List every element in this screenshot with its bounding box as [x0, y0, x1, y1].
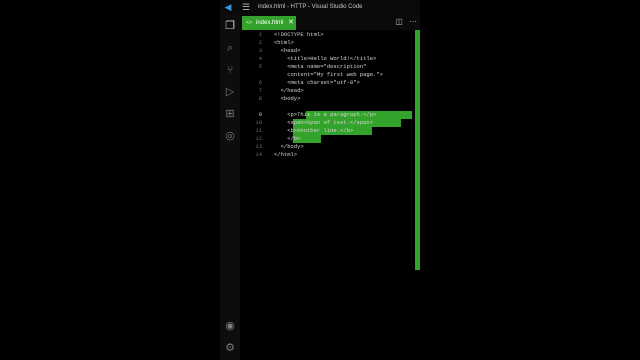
extensions-icon[interactable]: ⊞ [222, 106, 238, 122]
menu-icon[interactable]: ☰ [241, 2, 251, 12]
tab-label: index.html [256, 20, 284, 26]
code-text: <b>Another line.</b> [274, 127, 354, 134]
line-number [240, 71, 262, 79]
code-line: 5 <meta name="description" [240, 63, 415, 71]
code-line: 9 <p>This is a paragraph.</p> [240, 111, 415, 119]
line-number: 2 [258, 39, 262, 46]
code-text: content="My first web page."> [274, 71, 383, 78]
code-line: 11 <b>Another line.</b> [240, 127, 415, 135]
code-text: <body> [274, 95, 301, 102]
activity-bar: ❐ ⌕ ⑂ ▷ ⊞ ◎ ◉ ⚙ [220, 14, 240, 360]
code-text: <head> [274, 47, 301, 54]
title-bar: ◀ ☰ index.html - HTTP - Visual Studio Co… [220, 0, 420, 14]
html-file-icon: <> [246, 20, 252, 26]
more-actions-icon[interactable]: ⋯ [408, 17, 418, 27]
code-line: 6 <meta charset="utf-8"> [240, 79, 415, 87]
code-line: content="My first web page."> [240, 71, 415, 79]
window-title: index.html - HTTP - Visual Studio Code [258, 4, 363, 10]
code-text: <meta name="description" [274, 63, 367, 70]
code-text: <p>This is a paragraph.</p> [274, 111, 377, 118]
code-text: <span>Span of text.</span> [274, 119, 374, 126]
line-number: 7 [258, 87, 262, 94]
code-line: 2 <html> [240, 39, 415, 47]
code-text: </html> [274, 151, 298, 158]
line-number: 9 [258, 111, 262, 118]
search-icon[interactable]: ⌕ [222, 40, 238, 56]
explorer-icon[interactable]: ❐ [222, 18, 238, 34]
code-line: 8 <body> [240, 95, 415, 103]
line-number: 4 [258, 55, 262, 62]
code-line: 4 <title>Hello World!</title> [240, 55, 415, 63]
vertical-scrollbar[interactable] [415, 30, 420, 270]
tab-index-html[interactable]: <> index.html ✕ [242, 16, 296, 30]
code-text: <title>Hello World!</title> [274, 55, 377, 62]
code-line: 1 <!DOCTYPE html> [240, 31, 415, 39]
run-debug-icon[interactable]: ▷ [222, 84, 238, 100]
code-line: 14 </html> [240, 151, 415, 159]
line-number: 14 [255, 151, 262, 158]
code-text: </head> [274, 87, 304, 94]
vscode-logo-icon: ◀ [224, 2, 232, 12]
line-number: 10 [255, 119, 262, 126]
code-text: </b> [274, 135, 301, 142]
code-text: <html> [274, 39, 294, 46]
code-line: 10 <span>Span of text.</span> [240, 119, 415, 127]
line-number: 6 [258, 79, 262, 86]
line-number: 11 [255, 127, 262, 134]
code-line: 12 </b> [240, 135, 415, 143]
code-text: <meta charset="utf-8"> [274, 79, 360, 86]
settings-gear-icon[interactable]: ⚙ [222, 340, 238, 356]
code-text: </body> [274, 143, 304, 150]
line-number: 5 [258, 63, 262, 70]
code-line: 13 </body> [240, 143, 415, 151]
line-number: 12 [255, 135, 262, 142]
code-text: <!DOCTYPE html> [274, 31, 324, 38]
close-icon[interactable]: ✕ [287, 18, 295, 28]
accounts-icon[interactable]: ◉ [222, 318, 238, 334]
tab-bar: <> index.html ✕ ◫ ⋯ [240, 14, 420, 30]
line-number: 13 [255, 143, 262, 150]
code-editor[interactable]: 1 <!DOCTYPE html> 2 <html> 3 <head> 4 <t… [240, 30, 420, 360]
line-number: 3 [258, 47, 262, 54]
line-number: 1 [258, 31, 262, 38]
source-control-icon[interactable]: ⑂ [222, 62, 238, 78]
vscode-window: ◀ ☰ index.html - HTTP - Visual Studio Co… [220, 0, 420, 360]
split-editor-icon[interactable]: ◫ [394, 17, 404, 27]
code-line: 7 </head> [240, 87, 415, 95]
line-number: 8 [258, 95, 262, 102]
remote-explorer-icon[interactable]: ◎ [222, 128, 238, 144]
code-line: 3 <head> [240, 47, 415, 55]
